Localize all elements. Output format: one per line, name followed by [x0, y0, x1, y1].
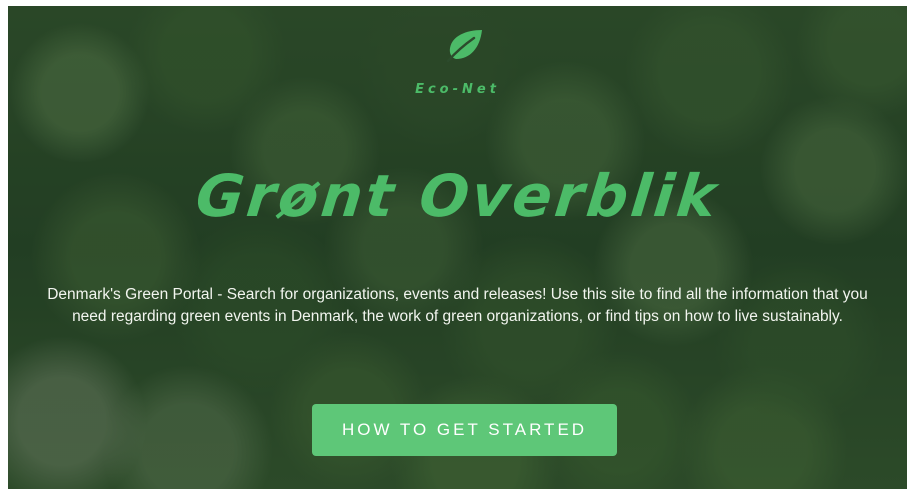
hero-description: Denmark's Green Portal - Search for orga… — [47, 286, 868, 325]
leaf-icon — [446, 30, 482, 62]
get-started-button[interactable]: How to get started — [312, 404, 617, 456]
hero-content: Eco-Net Grønt Overblik Denmark's Green P… — [8, 6, 907, 489]
brand-name: Eco-Net — [415, 82, 500, 97]
hero-section: Eco-Net Grønt Overblik Denmark's Green P… — [8, 6, 907, 489]
hero-title: Grønt Overblik — [192, 162, 723, 230]
